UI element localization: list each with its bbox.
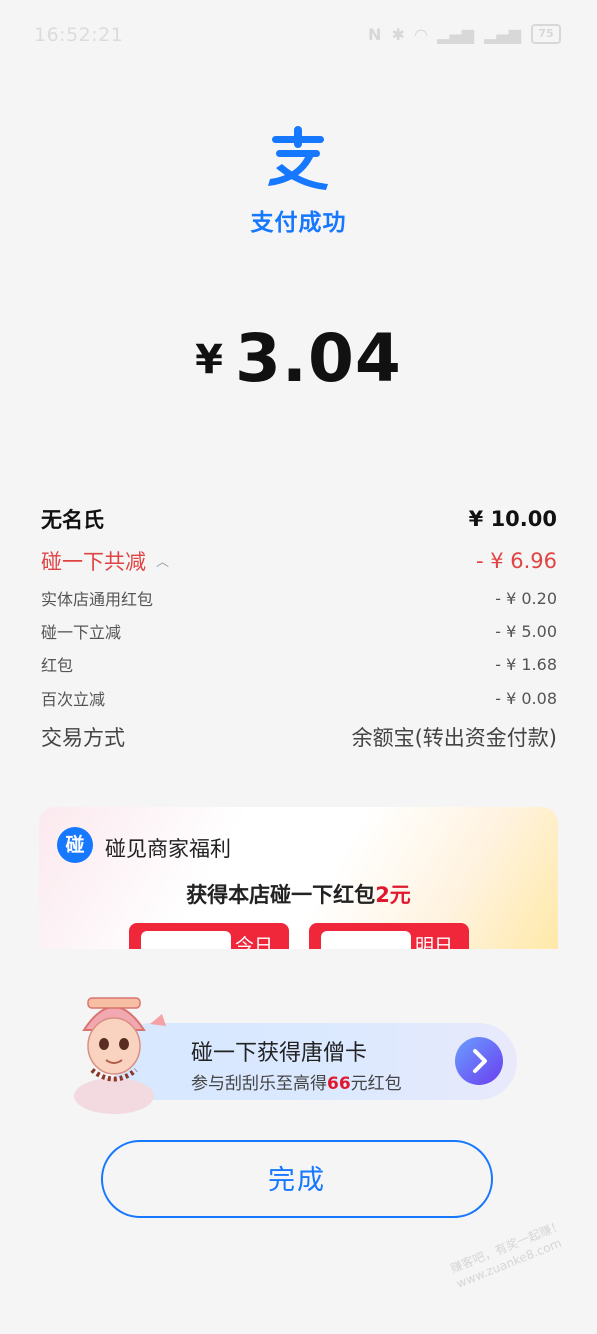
discount-total-row[interactable]: 碰一下共减 ︿ - ¥ 6.96 bbox=[41, 546, 557, 576]
status-icons: N ✱ ◠ ▂▄▆ ▂▄▆ 75 bbox=[368, 24, 561, 44]
tangseng-mascot-icon bbox=[74, 997, 166, 1114]
wifi-icon: ◠ bbox=[414, 24, 428, 44]
watermark: 赚客吧，有奖一起赚！ www.zuanke8.com bbox=[448, 1213, 587, 1308]
discount-item-value: - ¥ 1.68 bbox=[495, 654, 557, 674]
payment-method-value: 余额宝(转出资金付款) bbox=[351, 726, 557, 750]
touch-icon: 碰 bbox=[57, 827, 93, 863]
discount-item-value: - ¥ 0.08 bbox=[495, 688, 557, 708]
nfc-icon: N bbox=[368, 24, 382, 44]
promo-subtitle-amount: 66 bbox=[327, 1074, 351, 1094]
done-button[interactable]: 完成 bbox=[101, 1140, 493, 1218]
chevron-right-icon[interactable] bbox=[455, 1037, 503, 1085]
discount-item-value: - ¥ 0.20 bbox=[495, 588, 557, 608]
welfare-gain-amount: 2元 bbox=[375, 883, 411, 907]
signal-icon: ▂▄▆ bbox=[484, 24, 521, 44]
welfare-gain-text: 获得本店碰一下红包2元 bbox=[39, 879, 558, 909]
coupon-label: 今日 bbox=[234, 935, 273, 949]
discount-total-value: - ¥ 6.96 bbox=[475, 549, 557, 573]
payee-label: 无名氏 bbox=[41, 508, 104, 532]
chevron-up-icon[interactable]: ︿ bbox=[156, 551, 169, 570]
signal-icon: ▂▄▆ bbox=[437, 24, 475, 44]
amount-currency: ¥ bbox=[195, 337, 223, 383]
coupon-amount-box bbox=[141, 931, 231, 949]
welfare-gain-label: 获得本店碰一下红包 bbox=[186, 883, 376, 907]
discount-item-row: 红包 - ¥ 1.68 bbox=[41, 652, 557, 676]
discount-total-label: 碰一下共减 bbox=[41, 550, 146, 574]
discount-item-row: 百次立减 - ¥ 0.08 bbox=[41, 686, 557, 710]
payment-success-title: 支付成功 bbox=[250, 210, 347, 236]
payment-method-row: 交易方式 余额宝(转出资金付款) bbox=[41, 722, 557, 752]
discount-item-label: 百次立减 bbox=[41, 690, 106, 709]
status-bar: 16:52:21 N ✱ ◠ ▂▄▆ ▂▄▆ 75 bbox=[0, 0, 597, 70]
promo-subtitle-text: 参与刮刮乐至高得 bbox=[191, 1074, 327, 1094]
coupon-amount-box bbox=[321, 931, 411, 949]
battery-icon: 75 bbox=[531, 24, 561, 44]
discount-item-label: 红包 bbox=[41, 656, 74, 675]
welfare-title: 碰见商家福利 bbox=[105, 837, 231, 861]
discount-item-label: 碰一下立减 bbox=[41, 623, 122, 642]
coupon-label: 明日 bbox=[414, 935, 453, 949]
promo-title: 碰一下获得唐僧卡 bbox=[191, 1041, 368, 1066]
payee-row: 无名氏 ¥ 10.00 bbox=[41, 504, 557, 534]
coupon-tomorrow[interactable]: 明日 bbox=[309, 923, 469, 949]
discount-item-label: 实体店通用红包 bbox=[41, 590, 154, 609]
discount-item-row: 碰一下立减 - ¥ 5.00 bbox=[41, 619, 557, 643]
payee-value: ¥ 10.00 bbox=[468, 507, 557, 531]
bluetooth-icon: ✱ bbox=[391, 24, 405, 44]
amount-value: 3.04 bbox=[235, 320, 402, 397]
amount-display: ¥3.04 bbox=[0, 320, 597, 397]
promo-subtitle: 参与刮刮乐至高得66元红包 bbox=[191, 1069, 402, 1094]
discount-item-value: - ¥ 5.00 bbox=[495, 621, 557, 641]
status-time: 16:52:21 bbox=[34, 24, 124, 46]
discount-item-row: 实体店通用红包 - ¥ 0.20 bbox=[41, 586, 557, 610]
merchant-welfare-card[interactable]: 碰 碰见商家福利 获得本店碰一下红包2元 今日 明日 bbox=[39, 807, 558, 949]
coupon-today[interactable]: 今日 bbox=[129, 923, 289, 949]
promo-subtitle-suffix: 元红包 bbox=[350, 1074, 402, 1094]
alipay-logo-icon bbox=[268, 126, 328, 190]
payment-method-label: 交易方式 bbox=[41, 726, 125, 750]
